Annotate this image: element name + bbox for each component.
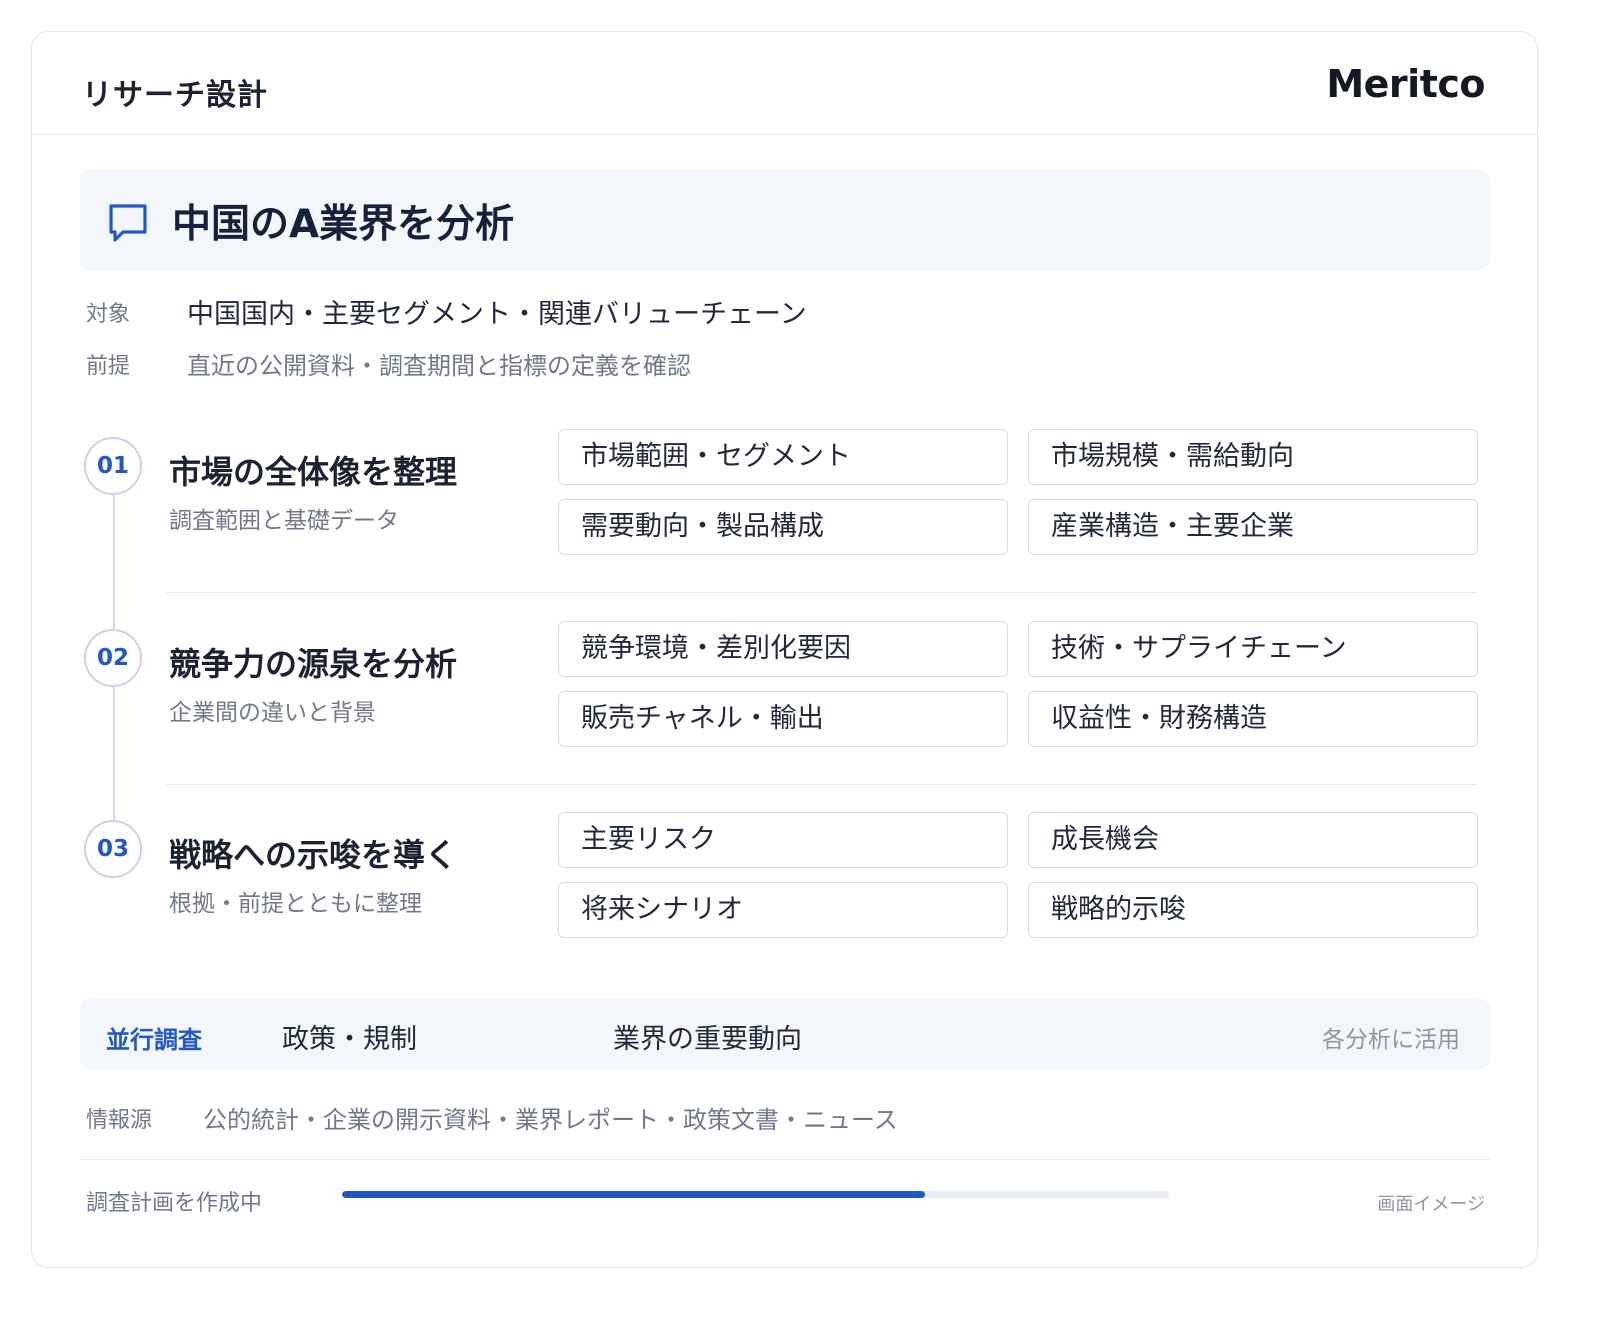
step-divider bbox=[166, 592, 1478, 593]
step-item[interactable]: 成長機会 bbox=[1028, 812, 1478, 868]
app-title: リサーチ設計 bbox=[82, 78, 268, 113]
parallel-item-policy[interactable]: 政策・規制 bbox=[282, 1017, 417, 1056]
step-number: 02 bbox=[84, 629, 142, 687]
step-item[interactable]: 市場規模・需給動向 bbox=[1028, 429, 1478, 485]
image-note: 画面イメージ bbox=[1377, 1194, 1485, 1215]
step-title: 競争力の源泉を分析 bbox=[169, 645, 458, 683]
footer-divider bbox=[80, 1159, 1490, 1160]
step-subtitle: 企業間の違いと背景 bbox=[169, 700, 376, 726]
step-item[interactable]: 戦略的示唆 bbox=[1028, 882, 1478, 938]
parallel-note: 各分析に活用 bbox=[1322, 1027, 1460, 1053]
step-item[interactable]: 競争環境・差別化要因 bbox=[558, 621, 1008, 677]
step-number: 01 bbox=[84, 437, 142, 495]
step-item[interactable]: 主要リスク bbox=[558, 812, 1008, 868]
parallel-label: 並行調査 bbox=[106, 1026, 202, 1054]
card-header: リサーチ設計 Meritco bbox=[32, 32, 1537, 135]
step-2: 02 競争力の源泉を分析 企業間の違いと背景 競争環境・差別化要因 技術・サプラ… bbox=[32, 621, 1537, 809]
step-3: 03 戦略への示唆を導く 根拠・前提とともに整理 主要リスク 成長機会 将来シナ… bbox=[32, 812, 1537, 1000]
query-text: 中国のA業界を分析 bbox=[172, 202, 515, 247]
step-subtitle: 調査範囲と基礎データ bbox=[169, 508, 399, 534]
step-item[interactable]: 技術・サプライチェーン bbox=[1028, 621, 1478, 677]
parallel-research-bar: 並行調査 政策・規制 業界の重要動向 各分析に活用 bbox=[80, 999, 1490, 1069]
meta-premise-value: 直近の公開資料・調査期間と指標の定義を確認 bbox=[187, 352, 691, 380]
step-title: 戦略への示唆を導く bbox=[169, 836, 458, 874]
step-title: 市場の全体像を整理 bbox=[169, 453, 458, 491]
step-item[interactable]: 販売チャネル・輸出 bbox=[558, 691, 1008, 747]
progress-bar bbox=[342, 1191, 1169, 1198]
step-subtitle: 根拠・前提とともに整理 bbox=[169, 891, 422, 917]
step-item[interactable]: 将来シナリオ bbox=[558, 882, 1008, 938]
brand-logo: Meritco bbox=[1326, 62, 1485, 106]
step-item[interactable]: 収益性・財務構造 bbox=[1028, 691, 1478, 747]
step-divider bbox=[166, 784, 1478, 785]
meta-premise-label: 前提 bbox=[86, 354, 131, 379]
step-item[interactable]: 市場範囲・セグメント bbox=[558, 429, 1008, 485]
chat-bubble-icon bbox=[109, 204, 147, 242]
query-box: 中国のA業界を分析 bbox=[80, 169, 1490, 271]
parallel-item-trends[interactable]: 業界の重要動向 bbox=[613, 1017, 802, 1056]
meta-target-value: 中国国内・主要セグメント・関連バリューチェーン bbox=[187, 299, 807, 330]
step-item[interactable]: 産業構造・主要企業 bbox=[1028, 499, 1478, 555]
research-design-card: リサーチ設計 Meritco 中国のA業界を分析 対象 中国国内・主要セグメント… bbox=[31, 31, 1538, 1268]
sources-value: 公的統計・企業の開示資料・業界レポート・政策文書・ニュース bbox=[203, 1106, 898, 1134]
step-1: 01 市場の全体像を整理 調査範囲と基礎データ 市場範囲・セグメント 市場規模・… bbox=[32, 429, 1537, 617]
meta-target-label: 対象 bbox=[86, 302, 131, 327]
step-number: 03 bbox=[84, 820, 142, 878]
status-text: 調査計画を作成中 bbox=[86, 1191, 263, 1216]
step-item[interactable]: 需要動向・製品構成 bbox=[558, 499, 1008, 555]
progress-fill bbox=[342, 1191, 926, 1198]
sources-label: 情報源 bbox=[86, 1108, 153, 1133]
